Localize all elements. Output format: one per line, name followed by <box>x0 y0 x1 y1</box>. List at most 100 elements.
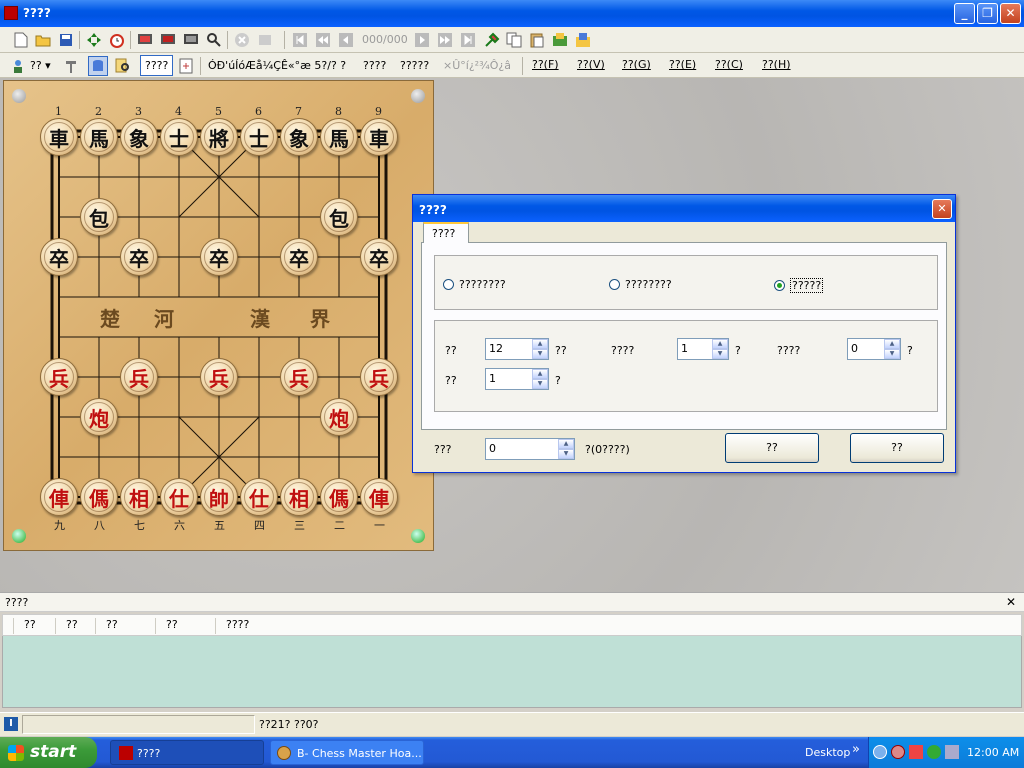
stop-icon[interactable] <box>232 30 252 50</box>
minimize-button[interactable]: _ <box>954 3 975 24</box>
mode-radio-1[interactable]: ???????? <box>443 278 506 291</box>
red-pawn[interactable]: 兵 <box>40 358 78 396</box>
new-file-icon[interactable] <box>11 30 31 50</box>
black-cannon[interactable]: 包 <box>80 198 118 236</box>
toolbar-text-c[interactable]: ×Û°í¿²¾Ô¿â <box>443 59 511 72</box>
column-header[interactable]: ?? <box>155 618 215 634</box>
red-piece[interactable]: 俥 <box>40 478 78 516</box>
menu-edit[interactable]: ??(E) <box>669 58 696 71</box>
red-piece[interactable]: 仕 <box>240 478 278 516</box>
red-piece[interactable]: 相 <box>120 478 158 516</box>
desktop-toolbar[interactable]: Desktop <box>805 746 850 759</box>
board-red-2-icon[interactable] <box>158 30 178 50</box>
black-cannon[interactable]: 包 <box>320 198 358 236</box>
red-pawn[interactable]: 兵 <box>200 358 238 396</box>
next-fast-icon[interactable] <box>435 30 455 50</box>
board-small-icon[interactable] <box>176 56 196 76</box>
black-piece[interactable]: 象 <box>280 118 318 156</box>
save-icon[interactable] <box>56 30 76 50</box>
spin-down-icon[interactable]: ▼ <box>532 379 548 389</box>
last-move-icon[interactable] <box>458 30 478 50</box>
first-move-icon[interactable] <box>290 30 310 50</box>
red-piece[interactable]: 俥 <box>360 478 398 516</box>
tray-security-icon[interactable] <box>909 745 923 759</box>
export-icon[interactable] <box>573 30 593 50</box>
black-piece[interactable]: 車 <box>360 118 398 156</box>
red-piece[interactable]: 帥 <box>200 478 238 516</box>
bottom-spinner-value[interactable]: 0 <box>486 439 558 459</box>
radio-dot-selected[interactable] <box>774 280 785 291</box>
maximize-button[interactable]: ❐ <box>977 3 998 24</box>
analysis-button[interactable]: ???? <box>140 55 174 76</box>
spin-up-icon[interactable]: ▲ <box>558 439 574 449</box>
spin-up-icon[interactable]: ▲ <box>884 339 900 349</box>
column-header[interactable]: ???? <box>215 618 275 634</box>
column-header[interactable]: ?? <box>13 618 57 634</box>
red-cannon[interactable]: 炮 <box>320 398 358 436</box>
panel-close-icon[interactable]: ✕ <box>1006 595 1016 609</box>
black-piece[interactable]: 士 <box>240 118 278 156</box>
dialog-tab[interactable]: ???? <box>423 222 469 243</box>
app-icon[interactable] <box>4 6 18 20</box>
menu-file[interactable]: ??(F) <box>532 58 559 71</box>
move-icon[interactable] <box>84 30 104 50</box>
search-db-icon[interactable] <box>113 56 133 76</box>
moves-table-body[interactable] <box>2 636 1022 708</box>
menu-game[interactable]: ??(G) <box>622 58 651 71</box>
library-icon[interactable] <box>550 30 570 50</box>
open-folder-icon[interactable] <box>33 30 53 50</box>
board-gray-icon[interactable] <box>181 30 201 50</box>
chevron-icon[interactable]: » <box>852 742 860 757</box>
bottom-spinner[interactable]: 0 ▲ ▼ <box>485 438 575 460</box>
red-piece[interactable]: 相 <box>280 478 318 516</box>
row1-spinner-1[interactable]: 12 ▲ ▼ <box>485 338 549 360</box>
black-piece[interactable]: 象 <box>120 118 158 156</box>
row2-spinner-1-value[interactable]: 1 <box>486 369 532 389</box>
red-piece[interactable]: 傌 <box>320 478 358 516</box>
tray-back-icon[interactable] <box>873 745 887 759</box>
row2-spinner-1[interactable]: 1 ▲ ▼ <box>485 368 549 390</box>
alarm-clock-icon[interactable] <box>107 30 127 50</box>
spin-down-icon[interactable]: ▼ <box>532 349 548 359</box>
tools-icon[interactable] <box>61 56 81 76</box>
tray-network-icon[interactable] <box>927 745 941 759</box>
radio-dot[interactable] <box>609 279 620 290</box>
board-red-icon[interactable] <box>135 30 155 50</box>
user-icon[interactable] <box>8 56 28 76</box>
black-piece[interactable]: 馬 <box>320 118 358 156</box>
next-icon[interactable] <box>412 30 432 50</box>
black-piece[interactable]: 馬 <box>80 118 118 156</box>
spin-up-icon[interactable]: ▲ <box>532 369 548 379</box>
row1-spinner-3-value[interactable]: 0 <box>848 339 884 359</box>
tray-chess-icon[interactable] <box>891 745 905 759</box>
mode-dropdown[interactable]: ?? ▾ <box>30 59 51 72</box>
radio-dot[interactable] <box>443 279 454 290</box>
spin-down-icon[interactable]: ▼ <box>558 449 574 459</box>
mode-radio-3[interactable]: ????? <box>774 278 824 293</box>
row1-spinner-1-value[interactable]: 12 <box>486 339 532 359</box>
xiangqi-board[interactable]: 楚 河 漢 界 1 九 2 八 3 七 4 六 5 五 6 四 7 三 8 二 9 一 車俥 馬傌 象相 士仕 將帥 士仕 象相… <box>3 80 434 551</box>
toolbar-text-b[interactable]: ????? <box>400 59 429 72</box>
ok-button[interactable]: ?? <box>725 433 819 463</box>
black-piece[interactable]: 將 <box>200 118 238 156</box>
spin-down-icon[interactable]: ▼ <box>884 349 900 359</box>
copy-icon[interactable] <box>504 30 524 50</box>
red-piece[interactable]: 仕 <box>160 478 198 516</box>
black-piece[interactable]: 車 <box>40 118 78 156</box>
spin-down-icon[interactable]: ▼ <box>712 349 728 359</box>
column-header[interactable]: ?? <box>95 618 155 634</box>
undo-icon[interactable] <box>255 30 275 50</box>
spin-up-icon[interactable]: ▲ <box>532 339 548 349</box>
row1-spinner-2[interactable]: 1 ▲ ▼ <box>677 338 729 360</box>
red-pawn[interactable]: 兵 <box>360 358 398 396</box>
black-pawn[interactable]: 卒 <box>120 238 158 276</box>
menu-config[interactable]: ??(C) <box>715 58 743 71</box>
black-piece[interactable]: 士 <box>160 118 198 156</box>
row1-spinner-3[interactable]: 0 ▲ ▼ <box>847 338 901 360</box>
menu-view[interactable]: ??(V) <box>577 58 605 71</box>
row1-spinner-2-value[interactable]: 1 <box>678 339 712 359</box>
black-pawn[interactable]: 卒 <box>360 238 398 276</box>
engine-icon[interactable] <box>482 30 502 50</box>
taskbar-item-chessmaster[interactable]: B- Chess Master Hoa... <box>270 740 424 765</box>
prev-fast-icon[interactable] <box>313 30 333 50</box>
